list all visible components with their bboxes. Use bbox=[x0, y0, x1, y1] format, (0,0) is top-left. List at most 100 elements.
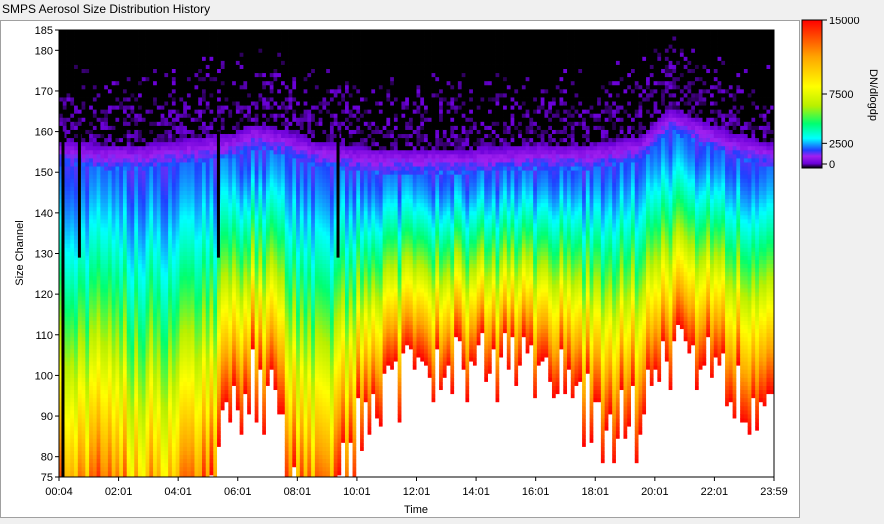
heat-cell bbox=[119, 369, 124, 374]
heat-cell bbox=[70, 68, 75, 74]
heat-cell bbox=[122, 263, 128, 269]
heat-cell bbox=[66, 418, 71, 423]
heat-cell bbox=[183, 141, 188, 147]
heat-cell bbox=[85, 214, 90, 220]
heat-cell bbox=[126, 32, 131, 37]
heat-cell bbox=[164, 194, 169, 200]
heat-cell bbox=[186, 288, 192, 293]
heat-cell bbox=[70, 218, 75, 224]
heat-cell bbox=[202, 365, 207, 370]
heat-cell bbox=[213, 332, 218, 338]
heat-cell bbox=[175, 316, 180, 321]
heat-cell bbox=[217, 462, 222, 468]
heat-cell bbox=[168, 434, 173, 439]
heat-cell bbox=[149, 223, 154, 228]
heat-cell bbox=[153, 149, 158, 155]
heat-cell bbox=[186, 158, 192, 163]
heat-cell bbox=[111, 105, 116, 110]
heat-cell bbox=[153, 92, 158, 98]
heat-cell bbox=[205, 170, 210, 175]
heat-cell bbox=[104, 231, 109, 236]
heat-cell bbox=[186, 68, 192, 74]
heat-cell bbox=[70, 247, 75, 252]
heat-cell bbox=[217, 259, 222, 265]
heat-cell bbox=[213, 214, 218, 220]
heat-cell bbox=[85, 292, 90, 297]
heat-cell bbox=[126, 263, 131, 269]
heat-cell bbox=[205, 283, 210, 289]
heat-cell bbox=[183, 72, 188, 78]
heat-cell bbox=[66, 361, 71, 366]
heat-cell bbox=[209, 271, 214, 277]
heat-cell bbox=[100, 336, 105, 342]
heat-cell bbox=[119, 255, 124, 260]
heat-cell bbox=[77, 101, 82, 106]
heat-cell bbox=[168, 170, 173, 175]
heat-cell bbox=[175, 397, 180, 403]
heat-cell bbox=[209, 349, 214, 354]
heat-cell bbox=[198, 56, 203, 61]
heat-cell bbox=[160, 308, 165, 313]
heat-cell bbox=[224, 288, 229, 293]
heat-cell bbox=[220, 178, 225, 183]
heat-cell bbox=[171, 279, 177, 285]
heat-cell bbox=[202, 166, 207, 171]
heat-cell bbox=[141, 288, 146, 293]
heat-cell bbox=[141, 202, 146, 208]
heat-cell bbox=[156, 446, 161, 451]
heat-cell bbox=[62, 44, 67, 49]
heat-cell bbox=[104, 84, 109, 90]
heat-cell bbox=[224, 377, 229, 382]
heat-cell bbox=[183, 227, 188, 232]
heat-cell bbox=[122, 361, 128, 366]
heat-cell bbox=[119, 88, 124, 94]
heat-cell bbox=[119, 349, 124, 354]
heat-cell bbox=[115, 288, 120, 293]
heat-cell bbox=[104, 88, 109, 94]
heat-cell bbox=[205, 76, 210, 82]
heat-cell bbox=[100, 442, 105, 447]
heat-cell bbox=[74, 194, 79, 200]
heat-cell bbox=[141, 316, 146, 321]
heat-cell bbox=[183, 308, 188, 313]
heat-cell bbox=[70, 170, 75, 175]
heat-cell bbox=[70, 357, 75, 362]
heat-cell bbox=[81, 149, 86, 155]
heat-cell bbox=[96, 190, 101, 195]
heat-cell bbox=[66, 255, 71, 260]
heat-cell bbox=[66, 373, 71, 378]
heat-cell bbox=[115, 340, 120, 346]
heat-cell bbox=[92, 255, 98, 260]
heat-cell bbox=[85, 133, 90, 139]
heat-cell bbox=[213, 133, 218, 139]
heat-cell bbox=[156, 170, 161, 175]
heat-cell bbox=[130, 357, 135, 362]
heat-cell bbox=[107, 271, 113, 277]
heat-cell bbox=[194, 44, 199, 49]
heat-cell bbox=[145, 60, 150, 65]
heat-cell bbox=[156, 182, 161, 187]
heat-cell bbox=[122, 52, 128, 57]
heat-cell bbox=[209, 64, 214, 69]
heat-cell bbox=[130, 251, 135, 256]
heat-cell bbox=[168, 377, 173, 382]
heat-cell bbox=[179, 162, 184, 167]
heat-cell bbox=[156, 292, 161, 297]
heat-cell bbox=[74, 332, 79, 338]
heat-cell bbox=[198, 174, 203, 179]
heat-cell bbox=[122, 190, 128, 195]
heat-cell bbox=[220, 101, 225, 106]
heat-cell bbox=[175, 446, 180, 451]
heat-cell bbox=[107, 361, 113, 366]
heat-cell bbox=[145, 190, 150, 195]
heat-cell bbox=[198, 166, 203, 171]
heat-cell bbox=[138, 353, 143, 358]
heat-cell bbox=[168, 336, 173, 342]
heat-cell bbox=[107, 231, 113, 236]
heat-cell bbox=[171, 40, 177, 45]
heat-cell bbox=[224, 434, 229, 439]
heat-cell bbox=[164, 235, 169, 240]
heat-cell bbox=[160, 227, 165, 232]
heat-cell bbox=[205, 97, 210, 102]
heat-cell bbox=[145, 247, 150, 252]
